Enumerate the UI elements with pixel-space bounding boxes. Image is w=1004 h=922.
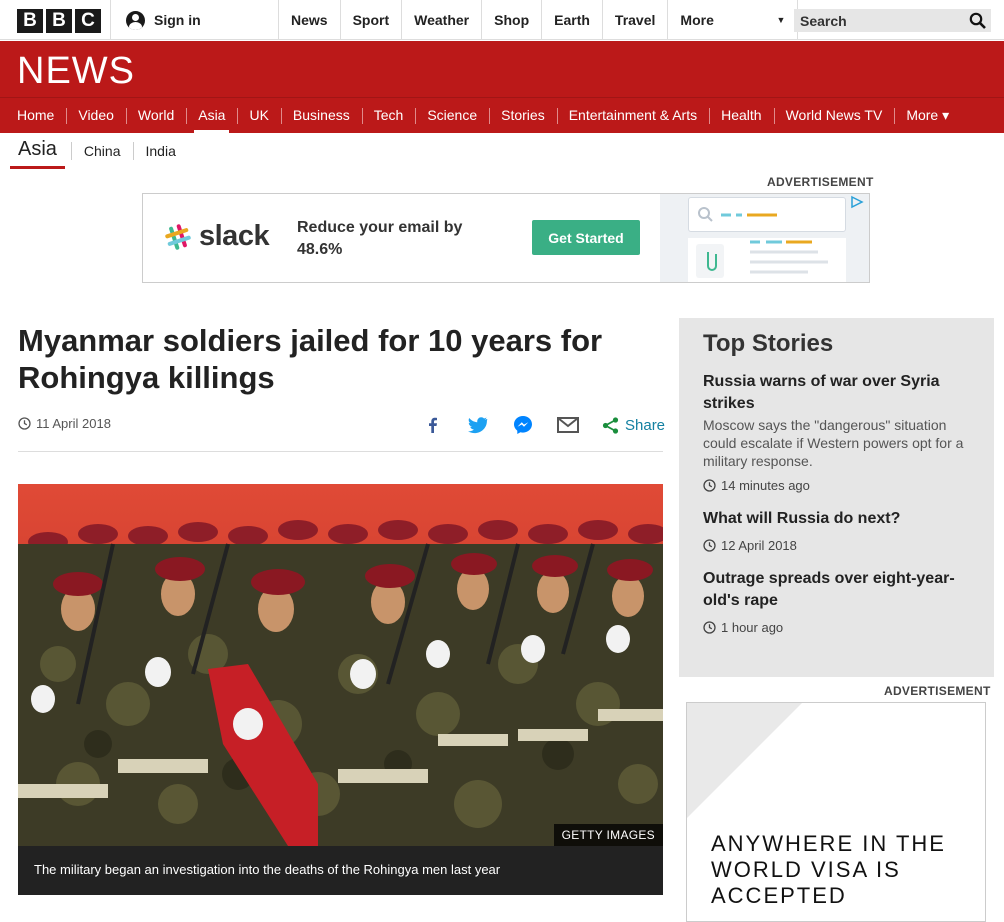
ad-decoration: [687, 703, 802, 818]
sidebar-ad-text: ANYWHERE IN THE WORLD VISA IS ACCEPTED: [711, 831, 946, 908]
topnav-shop[interactable]: Shop: [481, 0, 541, 40]
slack-icon: [165, 223, 191, 250]
search-placeholder: Search: [800, 12, 847, 29]
main-nav: Home Video World Asia UK Business Tech S…: [0, 97, 1004, 133]
subnav-china[interactable]: China: [70, 142, 133, 160]
facebook-icon[interactable]: [410, 412, 455, 438]
topnav-more-button[interactable]: More ▼: [667, 0, 799, 40]
top-story-time-text: 1 hour ago: [721, 620, 784, 635]
nav-asia[interactable]: Asia: [186, 98, 237, 133]
subnav-india[interactable]: India: [132, 142, 188, 160]
top-story-item: What will Russia do next? 12 April 2018: [703, 508, 970, 553]
clock-icon: [703, 621, 716, 634]
nav-stories[interactable]: Stories: [489, 98, 557, 132]
top-story-time: 1 hour ago: [703, 620, 970, 635]
top-bar: B B C Sign in News Sport Weather Shop Ea…: [0, 0, 1004, 40]
topnav-weather[interactable]: Weather: [401, 0, 481, 40]
news-logo[interactable]: NEWS: [17, 50, 135, 93]
article-date: 11 April 2018: [18, 416, 111, 431]
search-icon: [698, 207, 777, 222]
sidebar-ad[interactable]: ANYWHERE IN THE WORLD VISA IS ACCEPTED: [686, 702, 986, 922]
user-icon: [126, 10, 145, 30]
sign-in-label: Sign in: [154, 12, 201, 28]
topnav-news[interactable]: News: [278, 0, 340, 40]
top-story-time-text: 12 April 2018: [721, 538, 797, 553]
attachment-icon: [696, 240, 828, 278]
subnav-current[interactable]: Asia: [10, 133, 65, 169]
ad-illustration-searchbox: [688, 197, 846, 232]
divider: [110, 0, 111, 40]
news-masthead: NEWS Home Video World Asia UK Business T…: [0, 41, 1004, 133]
top-stories-panel: Top Stories Russia warns of war over Syr…: [679, 318, 994, 677]
search-icon[interactable]: [969, 12, 986, 29]
twitter-icon[interactable]: [455, 412, 500, 438]
logo-letter-c: C: [75, 9, 101, 33]
share-label: Share: [625, 416, 666, 434]
clock-icon: [18, 417, 31, 430]
divider: [18, 451, 663, 452]
nav-science[interactable]: Science: [415, 98, 489, 132]
clock-icon: [703, 539, 716, 552]
secondary-nav: Asia China India: [10, 133, 188, 169]
clock-icon: [703, 479, 716, 492]
nav-tech[interactable]: Tech: [361, 98, 416, 132]
image-caption: The military began an investigation into…: [18, 846, 663, 895]
top-story-headline[interactable]: Russia warns of war over Syria strikes: [703, 371, 970, 415]
slack-logo: slack: [163, 220, 270, 253]
nav-video[interactable]: Video: [66, 98, 126, 132]
logo-letter-b2: B: [46, 9, 72, 33]
top-story-time: 14 minutes ago: [703, 478, 970, 493]
logo-letter-b1: B: [17, 9, 43, 33]
email-icon[interactable]: [545, 412, 590, 438]
nav-entertainment-arts[interactable]: Entertainment & Arts: [556, 98, 709, 132]
advertisement-label: ADVERTISEMENT: [884, 684, 991, 698]
advertisement-label: ADVERTISEMENT: [767, 175, 874, 189]
image-credit: GETTY IMAGES: [553, 824, 663, 846]
topnav-more-label: More: [680, 12, 714, 28]
ad-illustration: [660, 194, 869, 282]
share-icon: [602, 416, 619, 434]
bbc-logo[interactable]: B B C: [17, 9, 101, 33]
nav-business[interactable]: Business: [280, 98, 362, 132]
share-tools: Share: [410, 412, 665, 438]
soldiers-photo: [18, 484, 663, 846]
top-story-item: Russia warns of war over Syria strikes M…: [703, 371, 970, 493]
search-input[interactable]: Search: [794, 9, 991, 32]
ad-illustration-card: [688, 238, 846, 282]
sign-in-link[interactable]: Sign in: [126, 0, 201, 40]
nav-world-news-tv[interactable]: World News TV: [773, 98, 895, 132]
top-story-headline[interactable]: Outrage spreads over eight-year-old's ra…: [703, 568, 970, 612]
top-nav: News Sport Weather Shop Earth Travel Mor…: [278, 0, 799, 40]
topnav-earth[interactable]: Earth: [541, 0, 602, 40]
article-headline: Myanmar soldiers jailed for 10 years for…: [18, 323, 603, 395]
topnav-sport[interactable]: Sport: [339, 0, 402, 40]
top-story-item: Outrage spreads over eight-year-old's ra…: [703, 568, 970, 635]
nav-uk[interactable]: UK: [237, 98, 280, 132]
banner-ad[interactable]: slack Reduce your email by 48.6% Get Sta…: [142, 193, 870, 283]
messenger-icon[interactable]: [500, 412, 545, 438]
top-story-time: 12 April 2018: [703, 538, 970, 553]
nav-health[interactable]: Health: [709, 98, 773, 132]
top-story-time-text: 14 minutes ago: [721, 478, 810, 493]
slack-wordmark: slack: [199, 220, 270, 252]
article-date-text: 11 April 2018: [36, 416, 111, 431]
nav-home[interactable]: Home: [5, 98, 66, 132]
share-button[interactable]: Share: [590, 412, 665, 438]
nav-world[interactable]: World: [125, 98, 186, 132]
get-started-button[interactable]: Get Started: [532, 220, 640, 255]
nav-more[interactable]: More ▾: [894, 98, 961, 132]
chevron-down-icon: ▼: [776, 15, 786, 25]
topnav-travel[interactable]: Travel: [601, 0, 667, 40]
top-stories-title: Top Stories: [703, 330, 834, 357]
article-hero-image: GETTY IMAGES: [18, 484, 663, 846]
top-story-headline[interactable]: What will Russia do next?: [703, 508, 970, 530]
adchoices-icon[interactable]: [849, 195, 867, 209]
top-story-summary: Moscow says the "dangerous" situation co…: [703, 417, 964, 469]
ad-promo-text: Reduce your email by 48.6%: [297, 219, 463, 258]
